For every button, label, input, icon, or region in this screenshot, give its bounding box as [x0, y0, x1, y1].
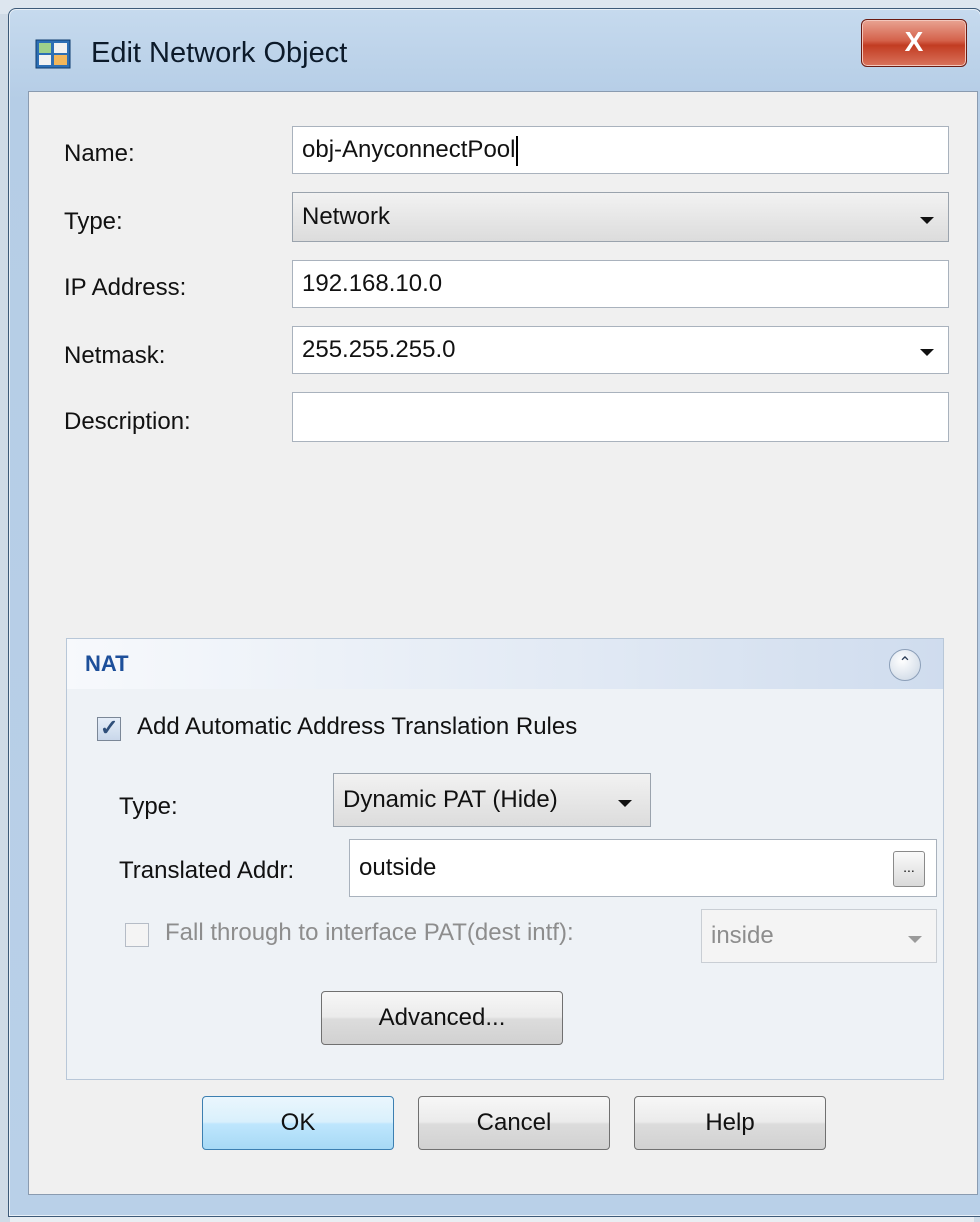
- auto-translation-checkbox[interactable]: ✓: [97, 715, 121, 741]
- translated-addr-value: outside: [359, 854, 437, 881]
- dialog-client-area: Name: obj-AnyconnectPool Type: Network I…: [28, 91, 978, 1195]
- translated-addr-field[interactable]: outside: [349, 839, 937, 897]
- advanced-button[interactable]: Advanced...: [321, 991, 563, 1045]
- nat-type-value: Dynamic PAT (Hide): [343, 786, 558, 813]
- text-cursor: [516, 135, 519, 166]
- nat-section-title: NAT: [85, 651, 129, 676]
- nat-section: NAT ⌃ ✓ Add Automatic Address Translatio…: [66, 638, 944, 1080]
- dialog-title: Edit Network Object: [91, 37, 348, 69]
- collapse-up-icon[interactable]: ⌃: [889, 649, 921, 681]
- name-field[interactable]: obj-AnyconnectPool: [292, 126, 949, 174]
- edit-network-object-dialog: Edit Network Object X Name: obj-Anyconne…: [8, 8, 980, 1217]
- network-object-icon: [35, 39, 71, 69]
- cancel-button[interactable]: Cancel: [418, 1096, 610, 1150]
- description-label: Description:: [64, 408, 191, 435]
- type-select[interactable]: Network: [292, 192, 949, 242]
- netmask-combo[interactable]: 255.255.255.0: [292, 326, 949, 374]
- chevron-down-icon: [618, 800, 632, 807]
- ip-address-label: IP Address:: [64, 274, 187, 301]
- chevron-down-icon: [920, 217, 934, 224]
- check-mark-icon: ✓: [100, 715, 119, 740]
- ip-address-field[interactable]: 192.168.10.0: [292, 260, 949, 308]
- description-field[interactable]: [292, 392, 949, 442]
- close-button[interactable]: X: [861, 19, 967, 67]
- name-label: Name:: [64, 140, 135, 167]
- chevron-down-icon: [908, 936, 922, 943]
- nat-type-select[interactable]: Dynamic PAT (Hide): [333, 773, 651, 827]
- type-label: Type:: [64, 208, 123, 235]
- help-button[interactable]: Help: [634, 1096, 826, 1150]
- nat-section-header[interactable]: NAT ⌃: [67, 639, 943, 689]
- chevron-down-icon: [920, 349, 934, 356]
- title-bar[interactable]: Edit Network Object X: [9, 9, 980, 97]
- name-value: obj-AnyconnectPool: [302, 136, 516, 163]
- netmask-label: Netmask:: [64, 342, 166, 369]
- ok-button[interactable]: OK: [202, 1096, 394, 1150]
- type-select-value: Network: [302, 203, 391, 230]
- nat-type-label: Type:: [119, 793, 178, 820]
- fallthrough-label: Fall through to interface PAT(dest intf)…: [165, 919, 574, 946]
- fallthrough-checkbox[interactable]: [125, 923, 149, 947]
- browse-button[interactable]: ...: [893, 851, 925, 887]
- fallthrough-interface-value: inside: [711, 922, 774, 949]
- auto-translation-label: Add Automatic Address Translation Rules: [137, 713, 578, 740]
- netmask-value: 255.255.255.0: [302, 336, 456, 363]
- fallthrough-interface-select[interactable]: inside: [701, 909, 937, 963]
- translated-addr-label: Translated Addr:: [119, 857, 295, 884]
